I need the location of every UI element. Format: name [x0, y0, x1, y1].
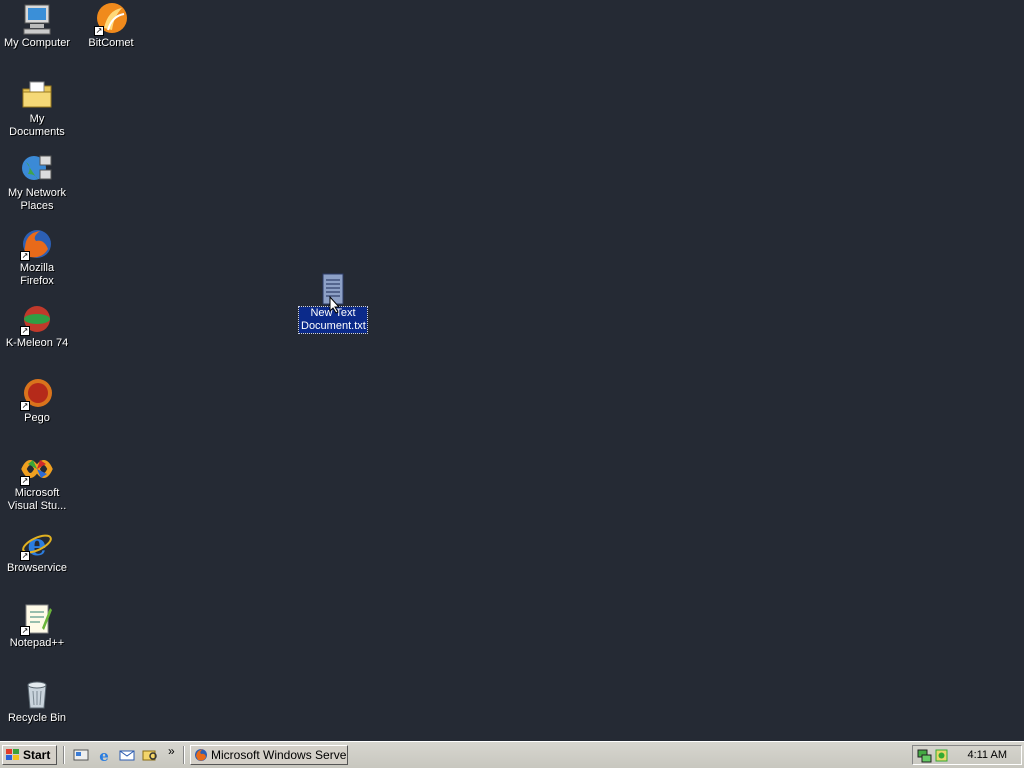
kmeleon-icon: ↗ [20, 302, 54, 336]
icon-label: Microsoft Visual Stu... [7, 487, 67, 512]
ie-icon[interactable]: e [96, 747, 114, 765]
shortcut-arrow-icon: ↗ [20, 626, 30, 636]
my-documents-icon [20, 78, 54, 112]
icon-label: My Network Places [7, 187, 67, 212]
desktop-icon-bitcomet[interactable]: ↗ BitComet [74, 2, 148, 50]
icon-label: Notepad++ [9, 637, 65, 649]
desktop-icon-visual-studio[interactable]: ↗ Microsoft Visual Stu... [0, 452, 74, 513]
outlook-icon[interactable] [119, 747, 137, 764]
taskbar-clock[interactable]: 4:11 AM [967, 749, 1007, 761]
icon-label: BitComet [88, 37, 134, 49]
svg-text:e: e [27, 528, 46, 561]
pego-icon: ↗ [20, 377, 54, 411]
ie-icon: e ↗ [20, 527, 54, 561]
taskbar-separator [63, 746, 65, 764]
taskbar: Start e » Microsoft Windows Serve... 4:1… [0, 741, 1024, 768]
explorer-icon[interactable] [142, 747, 160, 764]
security-icon[interactable] [934, 748, 949, 763]
icon-label: Mozilla Firefox [19, 262, 55, 287]
icon-label: Pego [24, 412, 50, 424]
desktop-icon-pego[interactable]: ↗ Pego [0, 377, 74, 425]
desktop-icon-network-places[interactable]: My Network Places [0, 152, 74, 213]
mouse-cursor-icon [329, 296, 341, 314]
desktop-icon-my-computer[interactable]: My Computer [0, 2, 74, 50]
network-icon[interactable] [917, 748, 932, 763]
network-places-icon [20, 152, 54, 186]
bitcomet-icon: ↗ [94, 2, 128, 36]
shortcut-arrow-icon: ↗ [20, 326, 30, 336]
desktop[interactable]: My Computer ↗ BitComet My Documents My N… [0, 0, 1024, 741]
shortcut-arrow-icon: ↗ [94, 26, 104, 36]
show-desktop-icon[interactable] [73, 747, 91, 764]
quick-launch-more-button[interactable]: » [168, 744, 175, 758]
taskbar-separator [183, 746, 185, 764]
desktop-icon-notepadpp[interactable]: ↗ Notepad++ [0, 602, 74, 650]
taskbar-window-button[interactable]: Microsoft Windows Serve... [190, 745, 348, 765]
icon-label: My Computer [3, 37, 71, 49]
notepadpp-icon: ↗ [20, 602, 54, 636]
icon-label: K-Meleon 74 [5, 337, 69, 349]
taskbar-window-label: Microsoft Windows Serve... [211, 748, 348, 762]
svg-text:e: e [99, 747, 109, 763]
firefox-icon: ↗ [20, 227, 54, 261]
shortcut-arrow-icon: ↗ [20, 401, 30, 411]
desktop-icon-firefox[interactable]: ↗ Mozilla Firefox [0, 227, 74, 288]
start-label: Start [23, 748, 51, 762]
shortcut-arrow-icon: ↗ [20, 551, 30, 561]
my-computer-icon [20, 2, 54, 36]
shortcut-arrow-icon: ↗ [20, 251, 30, 261]
system-tray: 4:11 AM [912, 745, 1022, 765]
recycle-bin-icon [20, 677, 54, 711]
windows-flag-icon [6, 749, 20, 761]
icon-label: Recycle Bin [7, 712, 67, 724]
desktop-icon-my-documents[interactable]: My Documents [0, 78, 74, 139]
visual-studio-icon: ↗ [20, 452, 54, 486]
start-button[interactable]: Start [2, 745, 57, 765]
icon-label: Browservice [7, 562, 67, 574]
desktop-icon-kmeleon[interactable]: ↗ K-Meleon 74 [0, 302, 74, 350]
desktop-icon-recycle-bin[interactable]: Recycle Bin [0, 677, 74, 725]
firefox-icon [195, 749, 207, 761]
icon-label: My Documents [9, 113, 65, 138]
shortcut-arrow-icon: ↗ [20, 476, 30, 486]
desktop-icon-browservice[interactable]: e ↗ Browservice [0, 527, 74, 575]
